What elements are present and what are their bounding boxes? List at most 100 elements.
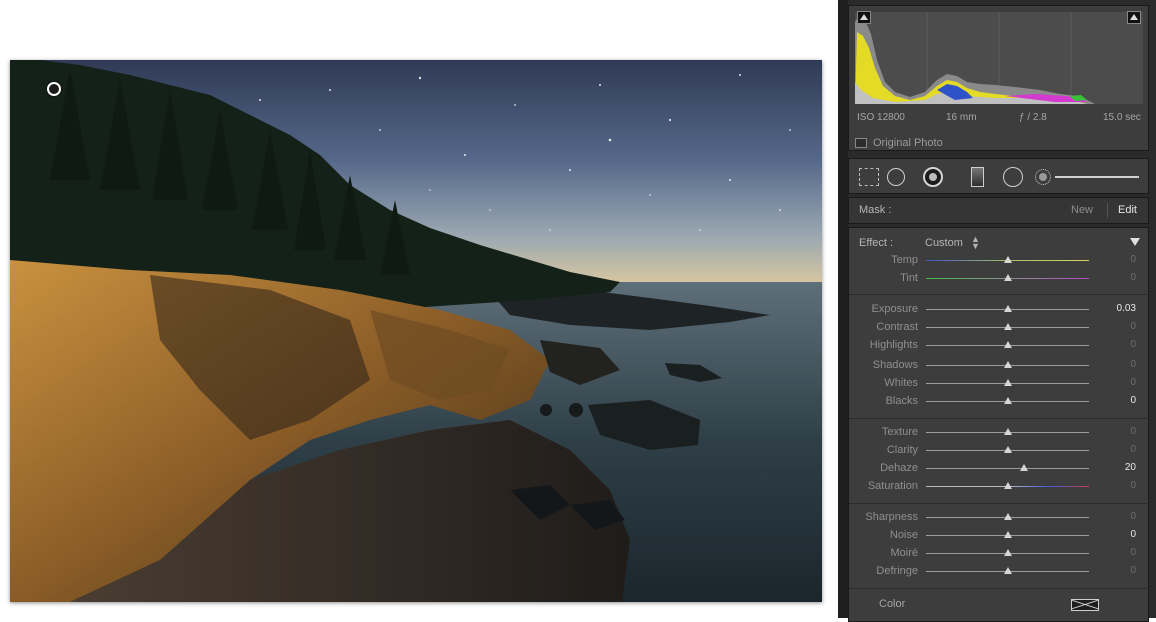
panel-collapse-icon[interactable] bbox=[1130, 238, 1140, 246]
clarity-slider[interactable]: Clarity 0 bbox=[849, 443, 1150, 457]
saturation-value[interactable]: 0 bbox=[1130, 480, 1136, 491]
mask-edit-button[interactable]: Edit bbox=[1118, 204, 1137, 216]
blacks-value[interactable]: 0 bbox=[1130, 395, 1136, 406]
panel-edge bbox=[838, 0, 848, 618]
contrast-slider[interactable]: Contrast 0 bbox=[849, 320, 1150, 334]
radial-filter-icon[interactable] bbox=[1003, 167, 1023, 187]
texture-label: Texture bbox=[881, 426, 918, 438]
sharpness-thumb[interactable] bbox=[1003, 513, 1012, 520]
shadows-slider[interactable]: Shadows 0 bbox=[849, 358, 1150, 372]
develop-panel: ISO 12800 16 mm ƒ / 2.8 15.0 sec Origina… bbox=[838, 0, 1156, 622]
color-label: Color bbox=[879, 598, 906, 610]
noise-label: Noise bbox=[889, 529, 918, 541]
exposure-slider[interactable]: Exposure 0.03 bbox=[849, 302, 1150, 316]
original-photo-row[interactable]: Original Photo bbox=[855, 137, 943, 149]
noise-thumb[interactable] bbox=[1003, 531, 1012, 538]
group-divider bbox=[849, 294, 1150, 295]
shadows-label: Shadows bbox=[872, 359, 918, 371]
color-swatch-icon[interactable] bbox=[1071, 599, 1099, 611]
contrast-thumb[interactable] bbox=[1003, 323, 1012, 330]
defringe-slider[interactable]: Defringe 0 bbox=[849, 564, 1150, 578]
noise-slider[interactable]: Noise 0 bbox=[849, 528, 1150, 542]
moire-value[interactable]: 0 bbox=[1130, 547, 1136, 558]
sharpness-label: Sharpness bbox=[865, 511, 918, 523]
original-photo-checkbox[interactable] bbox=[855, 138, 867, 148]
group-divider bbox=[849, 588, 1150, 589]
temp-value[interactable]: 0 bbox=[1130, 254, 1136, 265]
noise-value[interactable]: 0 bbox=[1130, 529, 1136, 540]
saturation-thumb[interactable] bbox=[1003, 482, 1012, 489]
color-row: Color bbox=[849, 596, 1150, 616]
mask-row: Mask : New Edit bbox=[848, 197, 1149, 224]
defringe-value[interactable]: 0 bbox=[1130, 565, 1136, 576]
mask-new-button[interactable]: New bbox=[1071, 204, 1093, 216]
whites-label: Whites bbox=[884, 377, 918, 389]
effect-preset-select[interactable]: Custom bbox=[925, 237, 963, 249]
spot-removal-icon[interactable] bbox=[887, 168, 905, 186]
texture-value[interactable]: 0 bbox=[1130, 426, 1136, 437]
whites-thumb[interactable] bbox=[1003, 379, 1012, 386]
mask-divider bbox=[1107, 203, 1108, 218]
aperture-value: ƒ / 2.8 bbox=[1019, 112, 1047, 123]
texture-slider[interactable]: Texture 0 bbox=[849, 425, 1150, 439]
moire-thumb[interactable] bbox=[1003, 549, 1012, 556]
effect-stepper-icon[interactable]: ▲ ▼ bbox=[971, 235, 980, 251]
moire-slider[interactable]: Moiré 0 bbox=[849, 546, 1150, 560]
exposure-label: Exposure bbox=[871, 303, 918, 315]
whites-value[interactable]: 0 bbox=[1130, 377, 1136, 388]
highlights-thumb[interactable] bbox=[1003, 341, 1012, 348]
clarity-thumb[interactable] bbox=[1003, 446, 1012, 453]
tint-thumb[interactable] bbox=[1003, 274, 1012, 281]
mask-label: Mask : bbox=[859, 204, 892, 216]
temp-thumb[interactable] bbox=[1003, 256, 1012, 263]
saturation-slider[interactable]: Saturation 0 bbox=[849, 479, 1150, 493]
clarity-value[interactable]: 0 bbox=[1130, 444, 1136, 455]
effect-label: Effect : bbox=[859, 237, 894, 249]
exposure-thumb[interactable] bbox=[1004, 305, 1013, 312]
crop-icon[interactable] bbox=[859, 168, 879, 186]
temp-slider[interactable]: Temp 0 bbox=[849, 253, 1150, 267]
temp-label: Temp bbox=[891, 254, 918, 266]
histogram[interactable] bbox=[855, 12, 1143, 104]
sharpness-value[interactable]: 0 bbox=[1130, 511, 1136, 522]
contrast-value[interactable]: 0 bbox=[1130, 321, 1136, 332]
group-divider bbox=[849, 503, 1150, 504]
texture-thumb[interactable] bbox=[1003, 428, 1012, 435]
graduated-filter-icon[interactable] bbox=[971, 167, 984, 187]
shadows-value[interactable]: 0 bbox=[1130, 359, 1136, 370]
contrast-label: Contrast bbox=[876, 321, 918, 333]
tint-value[interactable]: 0 bbox=[1130, 272, 1136, 283]
sharpness-slider[interactable]: Sharpness 0 bbox=[849, 510, 1150, 524]
highlights-value[interactable]: 0 bbox=[1130, 339, 1136, 350]
blacks-thumb[interactable] bbox=[1003, 397, 1012, 404]
brush-icon[interactable] bbox=[1035, 169, 1051, 185]
brush-size-slider[interactable] bbox=[1055, 176, 1139, 178]
dehaze-slider[interactable]: Dehaze 20 bbox=[849, 461, 1150, 475]
red-eye-icon[interactable] bbox=[923, 167, 943, 187]
photo-preview[interactable] bbox=[10, 60, 822, 602]
highlights-label: Highlights bbox=[869, 339, 918, 351]
shadow-clipping-icon[interactable] bbox=[857, 11, 871, 24]
shadows-thumb[interactable] bbox=[1003, 361, 1012, 368]
dehaze-label: Dehaze bbox=[880, 462, 918, 474]
adjustment-pin-icon[interactable] bbox=[47, 82, 61, 96]
defringe-label: Defringe bbox=[876, 565, 918, 577]
whites-slider[interactable]: Whites 0 bbox=[849, 376, 1150, 390]
highlight-clipping-icon[interactable] bbox=[1127, 11, 1141, 24]
blacks-label: Blacks bbox=[885, 395, 918, 407]
dehaze-thumb[interactable] bbox=[1019, 464, 1028, 471]
blacks-slider[interactable]: Blacks 0 bbox=[849, 394, 1150, 408]
dehaze-track[interactable] bbox=[926, 468, 1089, 469]
shutter-value: 15.0 sec bbox=[1103, 112, 1141, 123]
tint-slider[interactable]: Tint 0 bbox=[849, 271, 1150, 285]
dehaze-value[interactable]: 20 bbox=[1125, 462, 1136, 473]
saturation-label: Saturation bbox=[867, 480, 918, 492]
iso-value: ISO 12800 bbox=[857, 112, 905, 123]
original-photo-label: Original Photo bbox=[873, 137, 943, 149]
exposure-value[interactable]: 0.03 bbox=[1117, 303, 1136, 314]
highlights-slider[interactable]: Highlights 0 bbox=[849, 338, 1150, 352]
focal-length-value: 16 mm bbox=[946, 112, 977, 123]
defringe-thumb[interactable] bbox=[1003, 567, 1012, 574]
tool-strip bbox=[848, 158, 1149, 194]
histogram-graph bbox=[855, 12, 1095, 104]
